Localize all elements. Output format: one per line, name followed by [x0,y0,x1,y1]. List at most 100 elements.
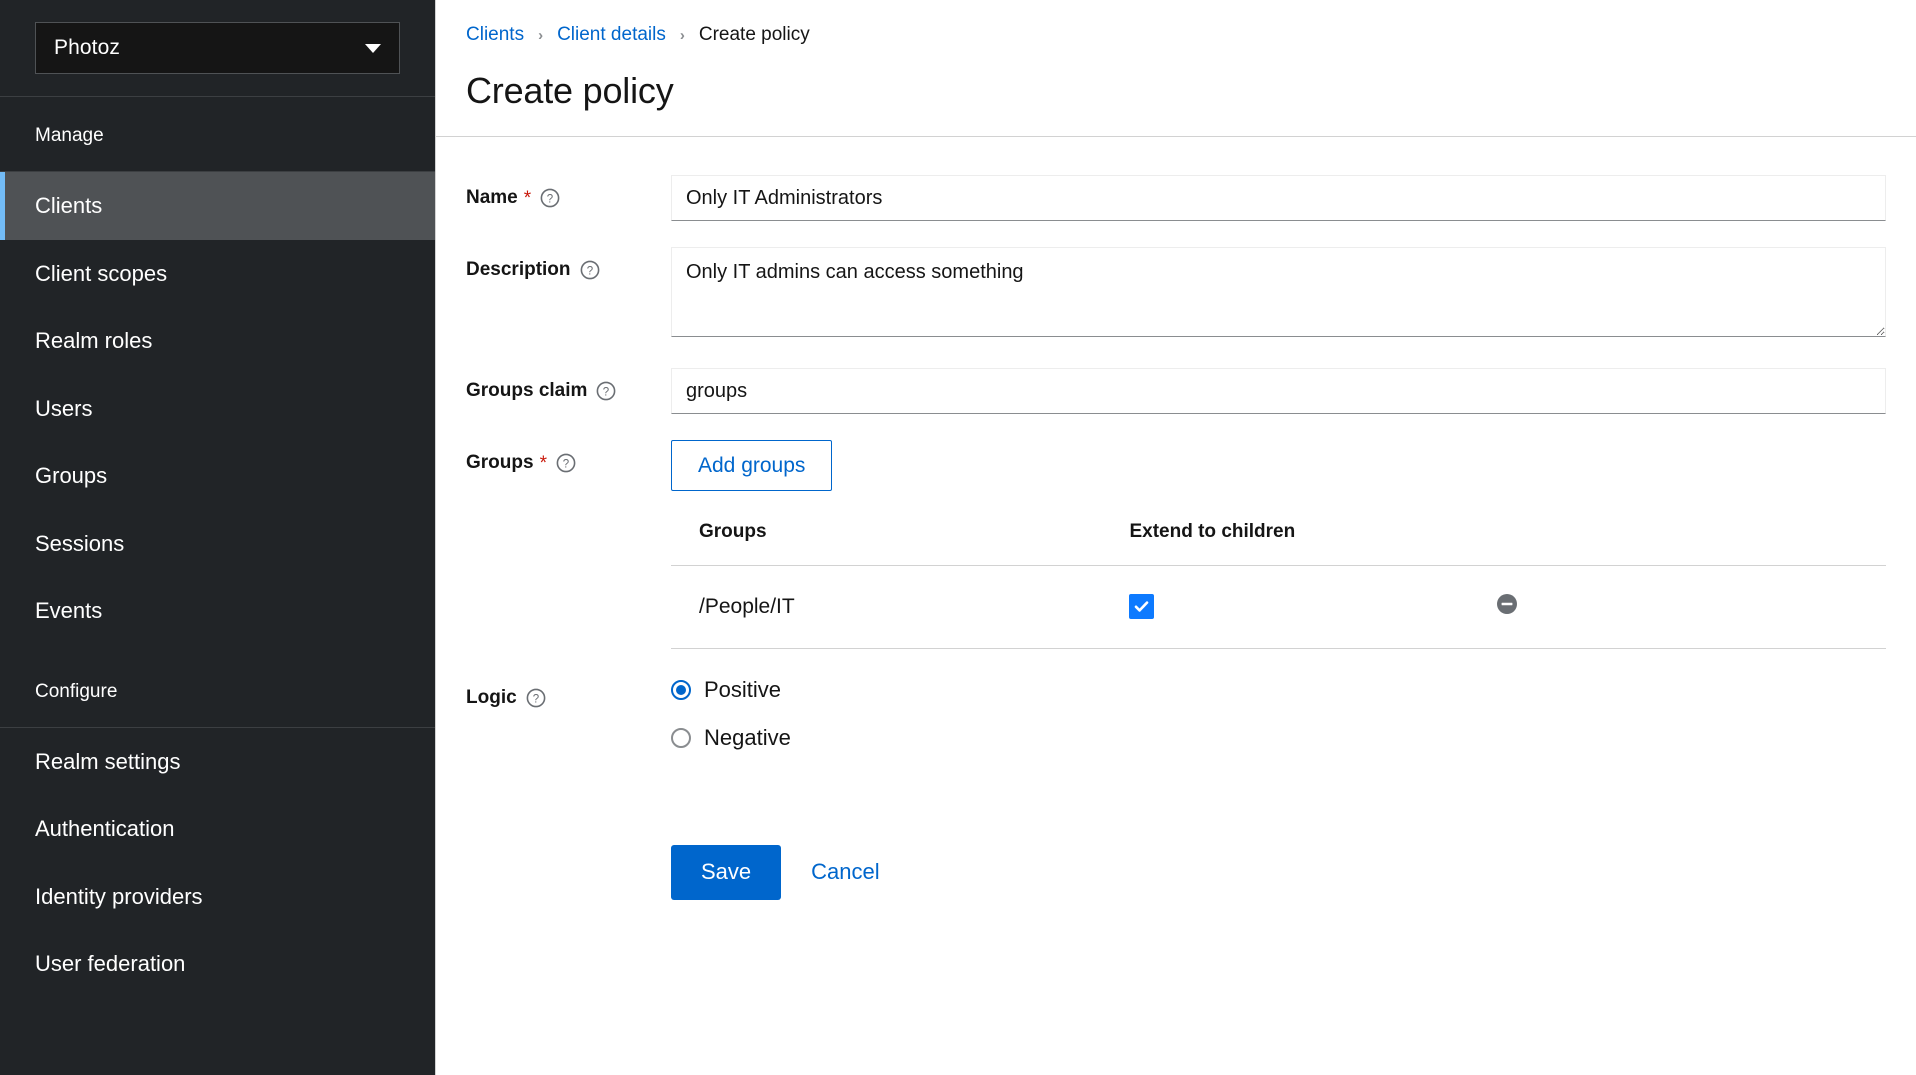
groups-table-body: /People/IT [671,566,1886,649]
page-title: Create policy [466,70,1886,112]
create-policy-form: Name * ? Description [436,137,1916,900]
groups-table: Groups Extend to children /People/IT [671,521,1886,649]
form-label-logic-container: Logic ? [466,675,671,709]
sidebar-section-configure: Configure Realm settings Authentication … [0,645,435,998]
form-label-description: Description [466,259,571,281]
sidebar-item-label: Users [35,396,92,421]
required-indicator: * [524,189,531,208]
description-textarea[interactable] [671,247,1886,337]
breadcrumb-separator-icon: › [666,27,699,44]
sidebar-item-identity-providers[interactable]: Identity providers [0,863,435,931]
form-label-name: Name [466,187,518,209]
svg-text:?: ? [603,386,609,398]
sidebar-section-title-manage: Manage [0,97,435,171]
sidebar-item-users[interactable]: Users [0,375,435,443]
extend-to-children-cell [1129,566,1496,649]
sidebar-item-label: Identity providers [35,884,203,909]
radio-unselected-icon [671,728,691,748]
form-label-name-container: Name * ? [466,175,671,209]
groups-claim-input[interactable] [671,368,1886,414]
page-header: Clients › Client details › Create policy… [436,0,1916,137]
form-label-description-container: Description ? [466,247,671,281]
groups-table-header-row: Groups Extend to children [671,521,1886,566]
sidebar-section-manage: Manage Clients Client scopes Realm roles… [0,97,435,645]
form-field-description-container [671,247,1886,342]
sidebar-item-realm-roles[interactable]: Realm roles [0,307,435,375]
breadcrumb-item-create-policy: Create policy [699,24,810,46]
sidebar-item-events[interactable]: Events [0,577,435,645]
column-header-extend-to-children: Extend to children [1129,521,1496,566]
required-indicator: * [540,454,547,473]
sidebar-item-realm-settings[interactable]: Realm settings [0,728,435,796]
save-button[interactable]: Save [671,845,781,899]
form-field-groups-claim-container [671,368,1886,414]
add-groups-button[interactable]: Add groups [671,440,832,491]
sidebar-item-label: Events [35,598,102,623]
sidebar-section-title-configure: Configure [0,645,435,727]
column-header-actions [1496,521,1886,566]
row-action-cell [1496,566,1886,649]
sidebar-item-clients[interactable]: Clients [0,172,435,240]
sidebar-item-authentication[interactable]: Authentication [0,795,435,863]
help-circle-icon[interactable]: ? [556,453,576,473]
sidebar-item-label: Realm settings [35,749,181,774]
app-root: Photoz Manage Clients Client scopes Real… [0,0,1916,1075]
sidebar-item-label: Groups [35,463,107,488]
form-actions: Save Cancel [466,799,1886,899]
sidebar-item-label: Client scopes [35,261,167,286]
sidebar-item-label: Clients [35,193,102,218]
sidebar: Photoz Manage Clients Client scopes Real… [0,0,436,1075]
svg-text:?: ? [563,458,569,470]
groups-table-head: Groups Extend to children [671,521,1886,566]
sidebar-item-label: User federation [35,951,185,976]
realm-selector-container: Photoz [0,0,435,96]
help-circle-icon[interactable]: ? [540,188,560,208]
form-row-name: Name * ? [466,175,1886,221]
sidebar-item-label: Authentication [35,816,174,841]
sidebar-item-sessions[interactable]: Sessions [0,510,435,578]
main-content: Clients › Client details › Create policy… [436,0,1916,1075]
chevron-down-icon [365,44,381,53]
sidebar-item-groups[interactable]: Groups [0,442,435,510]
svg-text:?: ? [586,265,592,277]
breadcrumb-separator-icon: › [524,27,557,44]
form-label-groups-container: Groups * ? [466,440,671,474]
form-label-groups: Groups [466,452,534,474]
table-row: /People/IT [671,566,1886,649]
form-label-groups-claim: Groups claim [466,380,587,402]
help-circle-icon[interactable]: ? [580,260,600,280]
logic-radio-negative[interactable]: Negative [671,725,1886,751]
svg-text:?: ? [547,193,553,205]
extend-to-children-checkbox[interactable] [1129,594,1154,619]
group-path-cell: /People/IT [671,566,1129,649]
form-label-groups-claim-container: Groups claim ? [466,368,671,402]
help-circle-icon[interactable]: ? [596,381,616,401]
sidebar-item-label: Realm roles [35,328,152,353]
logic-radio-positive-label: Positive [704,677,781,703]
sidebar-item-label: Sessions [35,531,124,556]
column-header-groups: Groups [671,521,1129,566]
sidebar-item-user-federation[interactable]: User federation [0,930,435,998]
name-input[interactable] [671,175,1886,221]
minus-circle-icon[interactable] [1496,593,1518,615]
cancel-button[interactable]: Cancel [795,845,895,899]
svg-text:?: ? [532,694,538,706]
form-field-groups-container: Add groups Groups Extend to children /P [671,440,1886,649]
logic-radio-group: Positive Negative [671,675,1886,773]
breadcrumb: Clients › Client details › Create policy [466,24,1886,46]
realm-selector-label: Photoz [54,36,120,60]
form-field-name-container [671,175,1886,221]
help-circle-icon[interactable]: ? [526,688,546,708]
breadcrumb-item-client-details[interactable]: Client details [557,24,666,46]
logic-radio-negative-label: Negative [704,725,791,751]
form-row-description: Description ? [466,247,1886,342]
realm-selector[interactable]: Photoz [35,22,400,74]
logic-radio-positive[interactable]: Positive [671,677,1886,703]
form-label-logic: Logic [466,687,517,709]
form-row-groups: Groups * ? Add groups Groups [466,440,1886,649]
sidebar-item-client-scopes[interactable]: Client scopes [0,240,435,308]
form-row-groups-claim: Groups claim ? [466,368,1886,414]
radio-selected-icon [671,680,691,700]
breadcrumb-item-clients[interactable]: Clients [466,24,524,46]
form-row-logic: Logic ? Positive [466,675,1886,773]
